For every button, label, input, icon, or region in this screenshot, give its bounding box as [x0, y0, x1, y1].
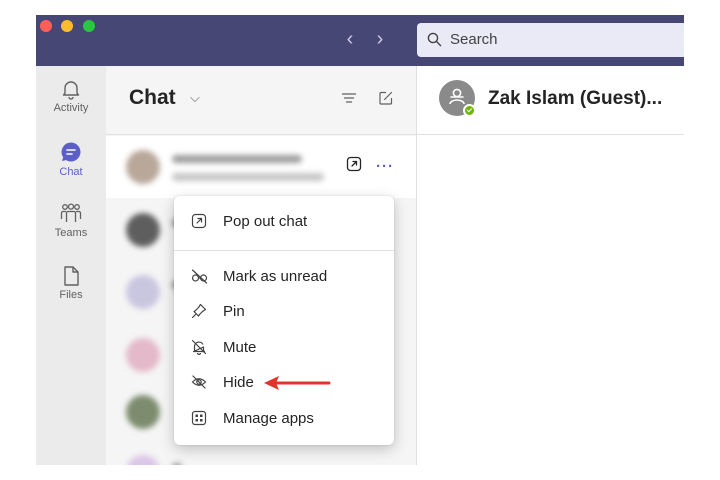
chevron-down-icon[interactable]: ⌵ [190, 90, 200, 106]
conversation-pane: Zak Islam (Guest)... [417, 66, 684, 465]
avatar [126, 150, 160, 184]
blurred-chat-preview [172, 173, 324, 181]
chat-list-header: Chat ⌵ [106, 66, 416, 135]
bell-off-icon [191, 339, 207, 355]
chat-list-title: Chat [129, 86, 176, 109]
new-chat-icon[interactable] [378, 90, 394, 106]
menu-item-pop-out-chat[interactable]: Pop out chat [174, 205, 394, 239]
menu-item-label: Hide [223, 374, 254, 391]
search-input[interactable]: Search [417, 23, 684, 57]
minimize-window-button[interactable] [61, 20, 73, 32]
teams-icon [60, 203, 82, 222]
eye-off-icon [191, 375, 207, 389]
avatar [126, 275, 160, 309]
blurred-chat-name [172, 155, 302, 163]
conversation-title: Zak Islam (Guest)... [488, 88, 663, 109]
avatar [126, 395, 160, 429]
bell-icon [62, 81, 80, 100]
chat-context-menu: Pop out chat Mark as unread Pin Mute Hid… [174, 196, 394, 445]
rail-item-chat[interactable]: Chat [36, 140, 106, 178]
maximize-window-button[interactable] [83, 20, 95, 32]
title-bar: ‹ › Search [36, 15, 684, 66]
rail-item-teams[interactable]: Teams [36, 203, 106, 239]
avatar [126, 213, 160, 247]
pin-icon [191, 303, 207, 319]
menu-item-manage-apps[interactable]: Manage apps [174, 402, 394, 436]
rail-label-chat: Chat [59, 166, 83, 178]
menu-item-label: Mute [223, 339, 257, 356]
back-button[interactable]: ‹ [340, 28, 360, 50]
menu-item-pin[interactable]: Pin [174, 295, 394, 329]
rail-label-activity: Activity [53, 102, 89, 114]
conversation-header: Zak Islam (Guest)... [417, 66, 684, 135]
rail-item-activity[interactable]: Activity [36, 78, 106, 114]
menu-item-mark-as-unread[interactable]: Mark as unread [174, 260, 394, 294]
close-window-button[interactable] [40, 20, 52, 32]
rail-item-files[interactable]: Files [36, 265, 106, 301]
presence-available-icon [463, 104, 476, 117]
more-options-button[interactable]: ··· [376, 158, 394, 175]
menu-item-label: Pop out chat [223, 213, 308, 230]
apps-grid-icon [191, 410, 207, 426]
search-placeholder: Search [450, 31, 498, 48]
filter-icon[interactable] [341, 90, 357, 106]
app-rail: Activity Chat Teams Files [36, 66, 106, 465]
popout-icon [191, 213, 207, 229]
rail-label-teams: Teams [54, 227, 88, 239]
menu-item-mute[interactable]: Mute [174, 331, 394, 365]
blurred-chat-name [172, 463, 182, 465]
popout-icon[interactable] [346, 156, 362, 172]
glasses-off-icon [191, 269, 208, 284]
menu-item-label: Mark as unread [223, 268, 328, 285]
forward-button[interactable]: › [370, 28, 390, 50]
annotation-arrow-icon [264, 376, 331, 390]
menu-item-label: Manage apps [223, 410, 314, 427]
menu-divider [174, 250, 394, 251]
menu-item-label: Pin [223, 303, 245, 320]
guest-user-icon [449, 88, 465, 105]
search-icon [427, 32, 442, 47]
avatar [126, 338, 160, 372]
chat-bubble-icon [61, 142, 81, 162]
rail-label-files: Files [59, 289, 83, 301]
file-icon [64, 266, 79, 286]
chat-list-item-selected[interactable]: ··· [106, 136, 416, 198]
avatar [126, 455, 160, 465]
